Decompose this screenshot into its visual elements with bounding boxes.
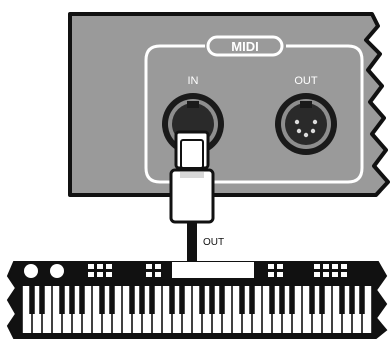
black-key [39, 286, 45, 314]
black-key [209, 286, 215, 314]
black-key [219, 286, 225, 314]
black-key [179, 286, 185, 314]
midi-connection-diagram: MIDI IN OUT OUT [0, 0, 390, 340]
black-key [79, 286, 85, 314]
black-key [149, 286, 155, 314]
midi-cable [187, 222, 197, 262]
black-key [309, 286, 315, 314]
black-key [169, 286, 175, 314]
in-port-label: IN [188, 75, 199, 87]
out-port-label: OUT [294, 75, 318, 87]
black-key [339, 286, 345, 314]
keyboard-knob [50, 264, 64, 278]
black-key [129, 286, 135, 314]
black-key [199, 286, 205, 314]
black-key [59, 286, 65, 314]
black-key [289, 286, 295, 314]
midi-keyboard [6, 261, 388, 339]
black-key [69, 286, 75, 314]
black-key [359, 286, 365, 314]
black-key [99, 286, 105, 314]
cable-out-label: OUT [203, 237, 224, 248]
black-key [269, 286, 275, 314]
keyboard-display [172, 262, 254, 278]
keyboard-knob [24, 264, 38, 278]
midi-group-label: MIDI [231, 39, 258, 54]
black-key [279, 286, 285, 314]
black-key [109, 286, 115, 314]
black-key [249, 286, 255, 314]
black-key [139, 286, 145, 314]
black-key [319, 286, 325, 314]
keyboard-keys [22, 286, 372, 333]
black-key [239, 286, 245, 314]
midi-plug [169, 130, 215, 224]
midi-out-socket [275, 93, 337, 155]
black-key [29, 286, 35, 314]
black-key [349, 286, 355, 314]
